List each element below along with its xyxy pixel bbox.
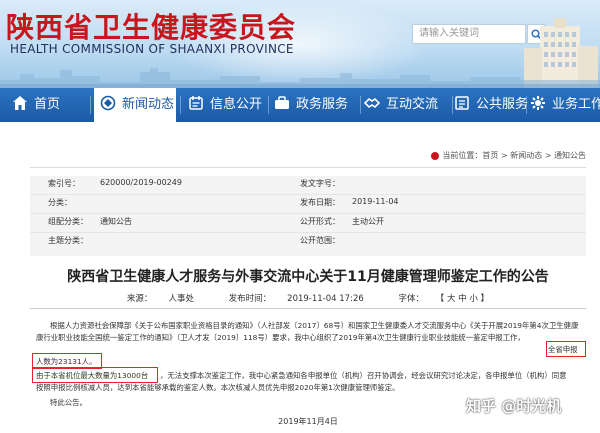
meta-subject-label: 主题分类： <box>48 236 88 245</box>
news-icon <box>100 95 116 111</box>
nav-interaction[interactable]: 互动交流 <box>364 88 448 122</box>
font-size-label: 字体： <box>398 294 424 304</box>
breadcrumb: 当前位置：首页 > 新闻动态 > 通知公告 <box>431 150 586 161</box>
location-icon <box>431 151 440 160</box>
nav-home[interactable]: 首页 <box>12 88 86 122</box>
breadcrumb-divider <box>30 167 586 168</box>
article-panel: 当前位置：首页 > 新闻动态 > 通知公告 索引号： 620000/2019-0… <box>20 140 592 433</box>
service-icon <box>275 96 289 109</box>
main-nav: 首页 新闻动态 信息公开 政务服务 互动交流 公共服务 业务工作 <box>0 88 600 122</box>
info-icon <box>189 96 203 110</box>
breadcrumb-path[interactable]: 首页 > 新闻动态 > 通知公告 <box>482 151 586 160</box>
info-divider <box>30 308 586 309</box>
meta-divider <box>30 213 586 214</box>
meta-row: 主题分类： 公开范围： <box>30 235 586 251</box>
nav-divider <box>526 96 527 114</box>
nav-news[interactable]: 新闻动态 <box>94 88 176 122</box>
article-title: 陕西省卫生健康人才服务与外事交流中心关于11月健康管理师鉴定工作的公告 <box>67 269 549 285</box>
site-header: 陕西省卫生健康委员会 HEALTH COMMISSION OF SHAANXI … <box>0 0 600 88</box>
nav-business[interactable]: 业务工作 <box>530 88 600 122</box>
city-skyline <box>0 68 600 88</box>
source-field: 来源： 人事处 <box>119 294 202 304</box>
meta-form-label: 公开形式： <box>300 217 340 226</box>
source-label: 来源： <box>126 294 153 304</box>
zhihu-watermark: 知乎 @时光机 <box>466 397 562 415</box>
meta-divider <box>30 194 586 195</box>
nav-public-service[interactable]: 公共服务 <box>454 88 528 122</box>
meta-date-label: 发布日期： <box>300 198 340 207</box>
highlight-box <box>546 341 586 357</box>
meta-divider <box>30 232 586 233</box>
article-info: 来源： 人事处 发布时间： 2019-11-04 17:26 字体： 【 大 中 小 … <box>30 292 586 304</box>
paragraph-2a: ，无法支撑本次鉴定工作，我中心紧急通知各申报单位（机构）召开协调会，经会议研究讨… <box>160 371 567 380</box>
gear-icon <box>531 96 545 110</box>
search-input[interactable]: 请输入关键词 <box>412 24 526 44</box>
source-value: 人事处 <box>168 294 194 304</box>
nav-news-label: 新闻动态 <box>122 97 175 112</box>
nav-divider <box>268 96 269 114</box>
nav-business-label: 业务工作 <box>552 97 600 112</box>
publish-label: 发布时间： <box>228 294 272 304</box>
nav-divider <box>90 96 91 114</box>
nav-info[interactable]: 信息公开 <box>188 88 262 122</box>
meta-form-value: 主动公开 <box>352 217 384 226</box>
nav-info-label: 信息公开 <box>210 97 263 112</box>
nav-divider <box>360 96 361 114</box>
meta-row: 组配分类： 通知公告 公开形式： 主动公开 <box>30 216 586 232</box>
font-size-field: 字体： 【 大 中 小 】 <box>390 294 497 304</box>
meta-scope-label: 公开范围： <box>300 236 340 245</box>
meta-org-label: 组配分类： <box>48 217 88 226</box>
sign-date: 2019年11月4日 <box>278 417 338 426</box>
meta-index-label: 索引号： <box>48 179 80 188</box>
meta-index-value: 620000/2019-00249 <box>100 178 182 187</box>
breadcrumb-prefix: 当前位置： <box>442 151 483 160</box>
site-subtitle: HEALTH COMMISSION OF SHAANXI PROVINCE <box>10 42 294 56</box>
nav-home-label: 首页 <box>34 97 61 112</box>
nav-gov-service[interactable]: 政务服务 <box>274 88 356 122</box>
meta-doc-label: 发文字号： <box>300 179 340 188</box>
publish-value: 2019-11-04 17:26 <box>287 294 364 304</box>
home-icon <box>13 96 27 110</box>
meta-row: 索引号： 620000/2019-00249 发文字号： <box>30 178 586 194</box>
highlight-box <box>32 367 158 383</box>
paragraph-1b: 康行业职业技能全国统一鉴定工作的通知》（卫人才发〔2019〕118号）要求，我中… <box>36 333 525 342</box>
paragraph-2b: 按照申报比例核减人员，达到本省能够承载的鉴定人数。本次核减人员优先申报2020年… <box>36 383 400 392</box>
meta-category-label: 分类： <box>48 198 72 207</box>
font-size-switch[interactable]: 【 大 中 小 】 <box>440 294 489 304</box>
site-title[interactable]: 陕西省卫生健康委员会 <box>6 6 296 46</box>
document-icon <box>455 96 469 110</box>
nav-divider <box>452 96 453 114</box>
meta-row: 分类： 发布日期： 2019-11-04 <box>30 197 586 213</box>
paragraph-1a: 根据人力资源社会保障部《关于公布国家职业资格目录的通知》（人社部发〔2017〕6… <box>50 321 579 330</box>
nav-divider <box>180 96 181 114</box>
meta-org-value: 通知公告 <box>100 217 132 226</box>
nav-public-service-label: 公共服务 <box>476 97 529 112</box>
nav-gov-service-label: 政务服务 <box>296 97 349 112</box>
publish-field: 发布时间： 2019-11-04 17:26 <box>221 294 372 304</box>
document-meta-table: 索引号： 620000/2019-00249 发文字号： 分类： 发布日期： 2… <box>30 176 586 256</box>
nav-interaction-label: 互动交流 <box>386 97 439 112</box>
meta-date-value: 2019-11-04 <box>352 197 399 206</box>
handshake-icon <box>364 97 380 109</box>
